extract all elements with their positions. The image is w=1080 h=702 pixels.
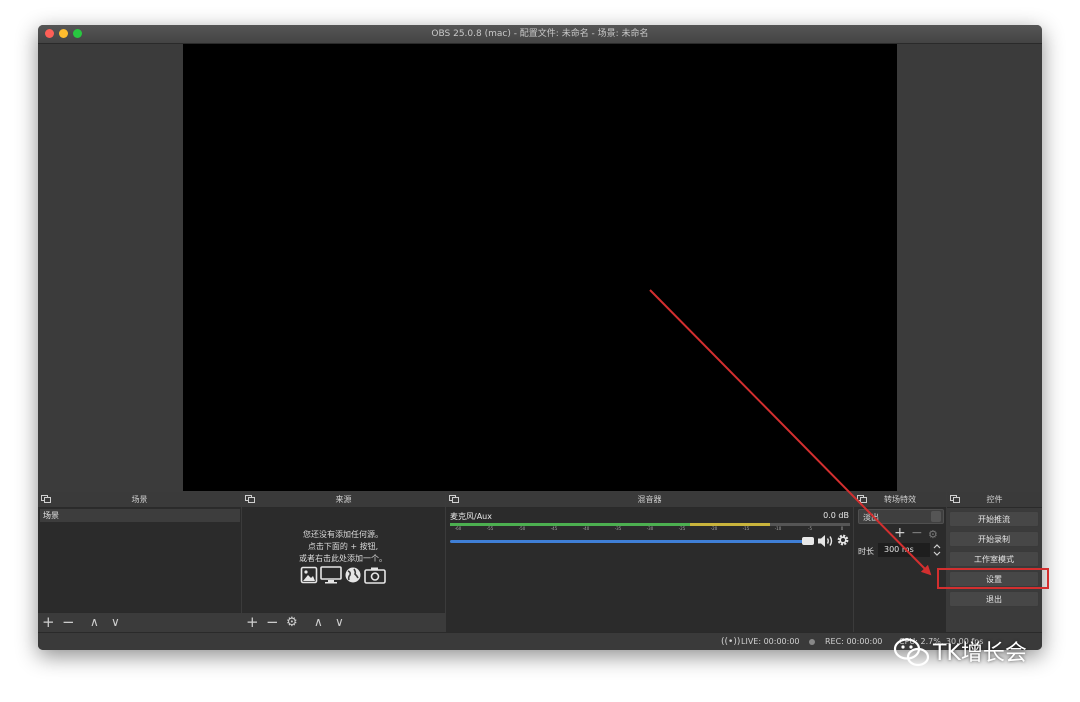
browser-globe-icon: [345, 567, 361, 583]
empty-hint-line: 您还没有添加任何源。: [303, 530, 383, 539]
status-bar: ((•)) LIVE: 00:00:00 REC: 00:00:00 CPU: …: [38, 632, 1042, 650]
undock-icon[interactable]: [857, 495, 867, 503]
undock-icon[interactable]: [950, 495, 960, 503]
rec-timer: REC: 00:00:00: [825, 637, 883, 646]
mixer-title-label: 混音器: [637, 495, 662, 504]
meter-tick-label: -25: [678, 526, 686, 531]
sources-dock: 来源 您还没有添加任何源。 点击下面的 + 按钮, 或者右击此处添加一个。 + …: [242, 492, 445, 632]
undock-icon[interactable]: [41, 495, 51, 503]
start-recording-button[interactable]: 开始录制: [949, 531, 1039, 547]
sources-empty-hint: 您还没有添加任何源。 点击下面的 + 按钮, 或者右击此处添加一个。: [242, 529, 444, 565]
empty-hint-line: 点击下面的 + 按钮,: [307, 542, 379, 551]
meter-tick-label: -5: [808, 526, 812, 531]
source-properties-gear-icon[interactable]: ⚙: [286, 614, 298, 631]
meter-tick-label: -40: [582, 526, 590, 531]
undock-icon[interactable]: [245, 495, 255, 503]
watermark-text: TK增长会: [933, 641, 1027, 666]
obs-window: OBS 25.0.8 (mac) - 配置文件: 未命名 - 场景: 未命名 场…: [38, 25, 1042, 650]
meter-tick-label: -15: [742, 526, 750, 531]
mixer-gear-icon[interactable]: [836, 533, 850, 547]
controls-dock-title: 控件: [947, 492, 1042, 508]
remove-scene-button[interactable]: −: [62, 614, 75, 631]
move-scene-down-button[interactable]: ∨: [111, 614, 120, 631]
controls-dock: 控件 开始推流 开始录制 工作室模式 设置 退出: [947, 492, 1042, 632]
display-capture-icon: [320, 566, 342, 584]
title-bar: OBS 25.0.8 (mac) - 配置文件: 未命名 - 场景: 未命名: [38, 25, 1042, 44]
scenes-dock-title: 场景: [38, 492, 241, 508]
mixer-dock-title: 混音器: [446, 492, 853, 508]
remove-source-button[interactable]: −: [266, 614, 279, 631]
add-scene-button[interactable]: +: [42, 614, 55, 631]
duration-stepper-icon[interactable]: [932, 543, 942, 557]
controls-title-label: 控件: [986, 495, 1003, 504]
add-transition-button[interactable]: +: [894, 525, 906, 542]
record-dot-icon: [809, 639, 815, 645]
volume-slider[interactable]: [450, 540, 812, 543]
wechat-logo-icon: [893, 638, 930, 667]
settings-highlight-box: [937, 568, 1049, 589]
watermark: TK增长会: [893, 637, 1053, 671]
image-icon: [300, 566, 318, 584]
meter-tick-label: -35: [614, 526, 622, 531]
move-source-down-button[interactable]: ∨: [335, 614, 344, 631]
source-type-icons: [300, 566, 390, 586]
window-title: OBS 25.0.8 (mac) - 配置文件: 未命名 - 场景: 未命名: [431, 29, 649, 39]
mixer-dock: 混音器 麦克风/Aux 0.0 dB -60 -55 -50 -45 -40 -35 -30…: [446, 492, 853, 632]
exit-button[interactable]: 退出: [949, 591, 1039, 607]
duration-input[interactable]: 300 ms: [878, 543, 930, 557]
select-stepper-icon: [931, 511, 941, 522]
start-streaming-button[interactable]: 开始推流: [949, 511, 1039, 527]
transitions-title-label: 转场特效: [884, 495, 916, 504]
transitions-dock-title: 转场特效: [854, 492, 946, 508]
meter-tick-label: -55: [486, 526, 494, 531]
empty-hint-line: 或者右击此处添加一个。: [299, 554, 387, 563]
volume-slider-thumb[interactable]: [802, 537, 814, 545]
remove-transition-button[interactable]: −: [911, 525, 923, 542]
sources-title-label: 来源: [335, 495, 352, 504]
meter-tick-label: -45: [550, 526, 558, 531]
meter-tick-label: 0: [840, 526, 844, 531]
scenes-toolbar: + − ∧ ∨: [38, 612, 241, 632]
move-scene-up-button[interactable]: ∧: [90, 614, 99, 631]
live-timer: LIVE: 00:00:00: [741, 637, 800, 646]
scenes-dock: 场景 场景 + − ∧ ∨: [38, 492, 241, 632]
undock-icon[interactable]: [449, 495, 459, 503]
add-source-button[interactable]: +: [246, 614, 259, 631]
meter-tick-label: -20: [710, 526, 718, 531]
move-source-up-button[interactable]: ∧: [314, 614, 323, 631]
scenes-title-label: 场景: [131, 495, 148, 504]
preview-canvas[interactable]: [183, 44, 897, 491]
meter-scale: -60 -55 -50 -45 -40 -35 -30 -25 -20 -15 -10 -5 0: [450, 526, 850, 534]
speaker-icon[interactable]: [816, 533, 836, 549]
sources-dock-title: 来源: [242, 492, 445, 508]
transition-select[interactable]: 淡出: [858, 509, 944, 524]
mixer-channel-name: 麦克风/Aux: [450, 512, 492, 521]
sources-toolbar: + − ⚙ ∧ ∨: [242, 612, 445, 632]
studio-mode-button[interactable]: 工作室模式: [949, 551, 1039, 567]
transition-properties-gear-icon[interactable]: ⚙: [928, 526, 938, 543]
duration-label: 时长: [858, 547, 874, 556]
scene-list-item[interactable]: 场景: [40, 509, 240, 522]
live-broadcast-icon: ((•)): [721, 637, 741, 647]
camera-icon: [364, 567, 386, 584]
meter-tick-label: -50: [518, 526, 526, 531]
transition-selected-value: 淡出: [863, 513, 879, 522]
meter-tick-label: -30: [646, 526, 654, 531]
transitions-dock: 转场特效 淡出 + − ⚙ 时长 300 ms: [854, 492, 946, 632]
meter-tick-label: -60: [454, 526, 462, 531]
mixer-channel-level: 0.0 dB: [823, 511, 849, 520]
meter-tick-label: -10: [774, 526, 782, 531]
